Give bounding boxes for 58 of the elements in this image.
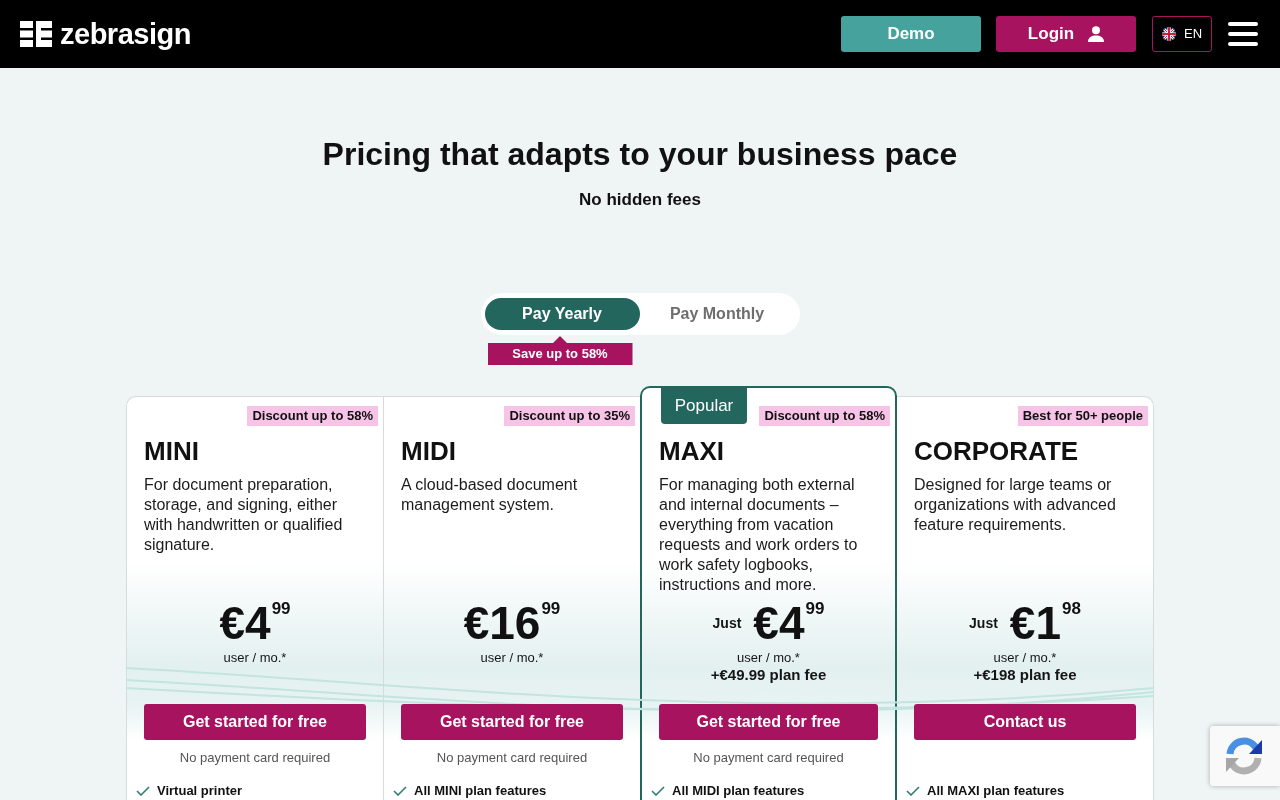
price-unit: user / mo.*: [223, 650, 287, 666]
subtitle: No hidden fees: [579, 190, 701, 210]
price-unit: user / mo.*: [993, 650, 1057, 666]
flag-icon: [1161, 27, 1176, 41]
price-prefix: Just: [712, 614, 742, 632]
feature-text: All MAXI plan features: [927, 784, 1065, 798]
price-unit: user / mo.*: [480, 650, 544, 666]
cta-button[interactable]: Contact us: [914, 704, 1136, 740]
price-amount: €4: [753, 600, 805, 646]
plan-name: MAXI: [658, 436, 725, 466]
plan-name: MIDI: [400, 436, 457, 466]
price-amount: €1: [1009, 600, 1061, 646]
brand-name: zebrasign: [60, 17, 191, 51]
price-cents: 99: [271, 600, 291, 617]
billing-option[interactable]: Pay Yearly: [484, 298, 640, 330]
cta-button[interactable]: Get started for free: [144, 704, 366, 740]
payment-note: No payment card required: [436, 750, 588, 766]
plan-tag: Best for 50+ people: [1017, 406, 1148, 426]
check-icon: [906, 786, 920, 796]
plan-name: MINI: [143, 436, 200, 466]
plan-description: A cloud-based document management system.: [400, 475, 579, 515]
price-amount: €16: [463, 600, 541, 646]
language-button[interactable]: EN: [1152, 16, 1212, 52]
plan-fee: +€198 plan fee: [973, 666, 1077, 683]
page-title: Pricing that adapts to your business pace: [322, 135, 958, 174]
plan-tag: Discount up to 58%: [247, 406, 378, 426]
payment-note: No payment card required: [179, 750, 331, 766]
plan-tag: Discount up to 58%: [759, 406, 890, 426]
feature-text: Virtual printer: [157, 784, 242, 798]
menu-button[interactable]: [1228, 22, 1258, 46]
feature-text: All MINI plan features: [414, 784, 547, 798]
plan-tag: Discount up to 35%: [504, 406, 635, 426]
plan-description: Designed for large teams or organizations with advanced feature requirements.: [913, 475, 1117, 535]
plan-description: For document preparation, storage, and signing, either with handwritten or qualified signature.: [143, 475, 344, 555]
cta-button[interactable]: Get started for free: [659, 704, 878, 740]
stripes-logo-icon: [20, 21, 52, 47]
payment-note: No payment card required: [693, 750, 844, 766]
plan-fee: +€49.99 plan fee: [710, 666, 827, 683]
check-icon: [136, 786, 150, 796]
plan-name: CORPORATE: [913, 436, 1080, 466]
login-button[interactable]: Login: [996, 16, 1136, 52]
price-cents: 98: [1062, 600, 1081, 617]
savings-badge: Save up to 58%: [487, 336, 633, 365]
billing-option[interactable]: Pay Monthly: [639, 298, 795, 330]
price-unit: user / mo.*: [737, 650, 800, 666]
plan-description: For managing both external and internal documents – everything from vacation requests and work orders to work safety logbooks, instructions and more.: [658, 475, 859, 595]
price-prefix: Just: [969, 614, 998, 632]
cta-button[interactable]: Get started for free: [401, 704, 623, 740]
price-cents: 99: [805, 600, 825, 617]
popular-ribbon: Popular: [661, 388, 747, 424]
user-icon: [1088, 26, 1105, 42]
menu-icon: [1228, 22, 1258, 46]
price-cents: 99: [541, 600, 561, 617]
feature-text: All MIDI plan features: [672, 784, 805, 798]
check-icon: [651, 786, 665, 796]
check-icon: [393, 786, 407, 796]
price-amount: €4: [219, 600, 271, 646]
captcha-badge[interactable]: [1210, 726, 1280, 786]
